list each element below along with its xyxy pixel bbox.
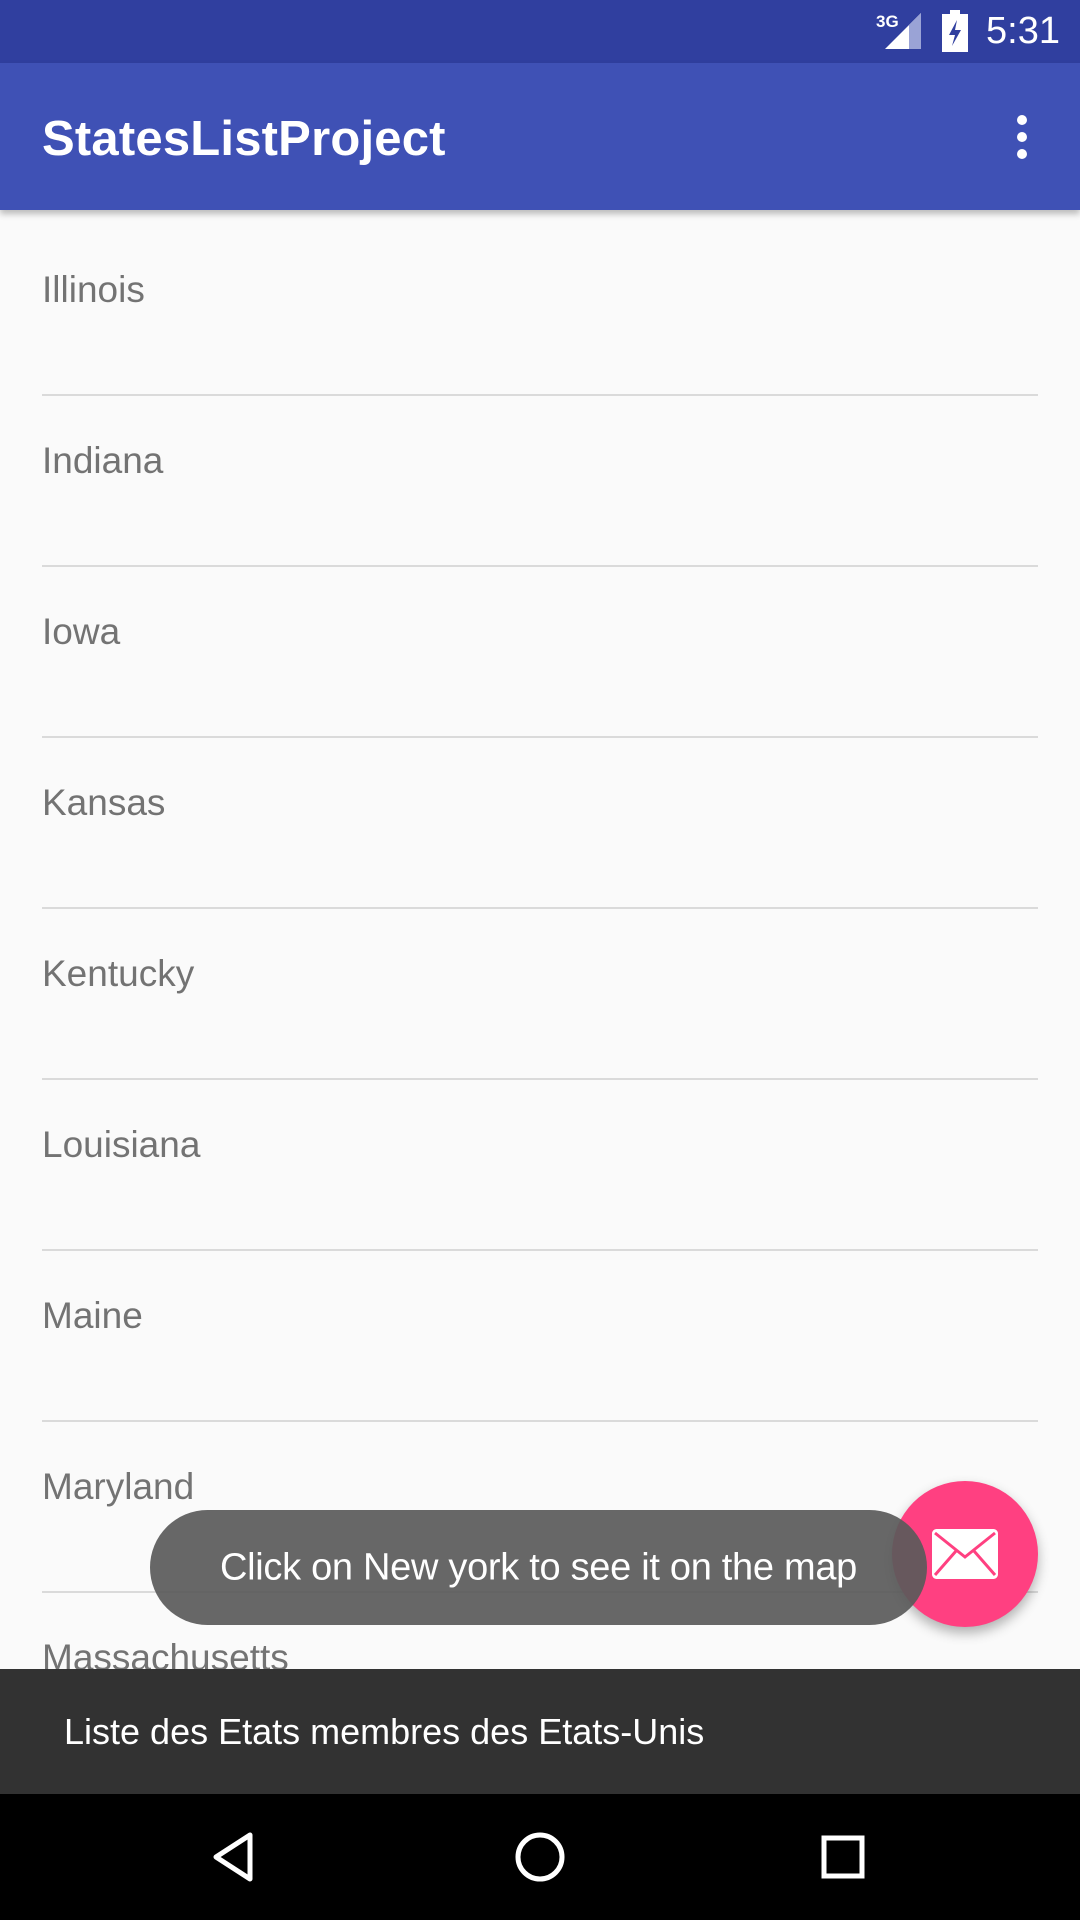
state-label: Kentucky (42, 953, 195, 994)
clock: 5:31 (986, 10, 1060, 52)
back-triangle-icon[interactable] (200, 1822, 270, 1892)
toast: Click on New york to see it on the map (150, 1510, 927, 1625)
list-item[interactable]: Kentucky (0, 894, 1080, 1080)
more-vert-icon-dot (1017, 132, 1027, 142)
more-vert-icon-dot (1017, 149, 1027, 159)
list-item[interactable]: Maine (0, 1236, 1080, 1422)
list-item[interactable]: Louisiana (0, 1065, 1080, 1251)
home-circle-icon[interactable] (505, 1822, 575, 1892)
list-item[interactable]: Illinois (0, 210, 1080, 396)
list-item[interactable]: Kansas (0, 723, 1080, 909)
more-options-button[interactable] (1000, 107, 1044, 167)
list-item[interactable]: Indiana (0, 381, 1080, 567)
state-label: Illinois (42, 269, 145, 310)
states-list[interactable]: Illinois Indiana Iowa Kansas Kentucky Lo… (0, 210, 1080, 1670)
status-bar: 3G 5:31 (0, 0, 1080, 63)
state-label: Iowa (42, 611, 121, 652)
app-bar: StatesListProject (0, 63, 1080, 210)
state-label: Indiana (42, 440, 164, 481)
state-label: Maine (42, 1295, 143, 1336)
toast-text: Click on New york to see it on the map (220, 1546, 857, 1588)
state-label: Louisiana (42, 1124, 201, 1165)
more-vert-icon (1017, 115, 1027, 125)
navigation-bar (0, 1794, 1080, 1920)
state-label: Maryland (42, 1466, 195, 1507)
app-title: StatesListProject (42, 112, 446, 166)
recents-square-icon[interactable] (808, 1822, 878, 1892)
state-label: Kansas (42, 782, 166, 823)
signal-icon (885, 13, 921, 49)
snackbar-text: Liste des Etats membres des Etats-Unis (64, 1710, 705, 1752)
mail-icon (932, 1529, 998, 1579)
state-label: Massachusetts (42, 1637, 289, 1670)
list-item[interactable]: Iowa (0, 552, 1080, 738)
snackbar: Liste des Etats membres des Etats-Unis (0, 1669, 1080, 1794)
battery-charging-icon (942, 10, 968, 52)
screen: 3G 5:31 StatesListProject Illinois India… (0, 0, 1080, 1920)
